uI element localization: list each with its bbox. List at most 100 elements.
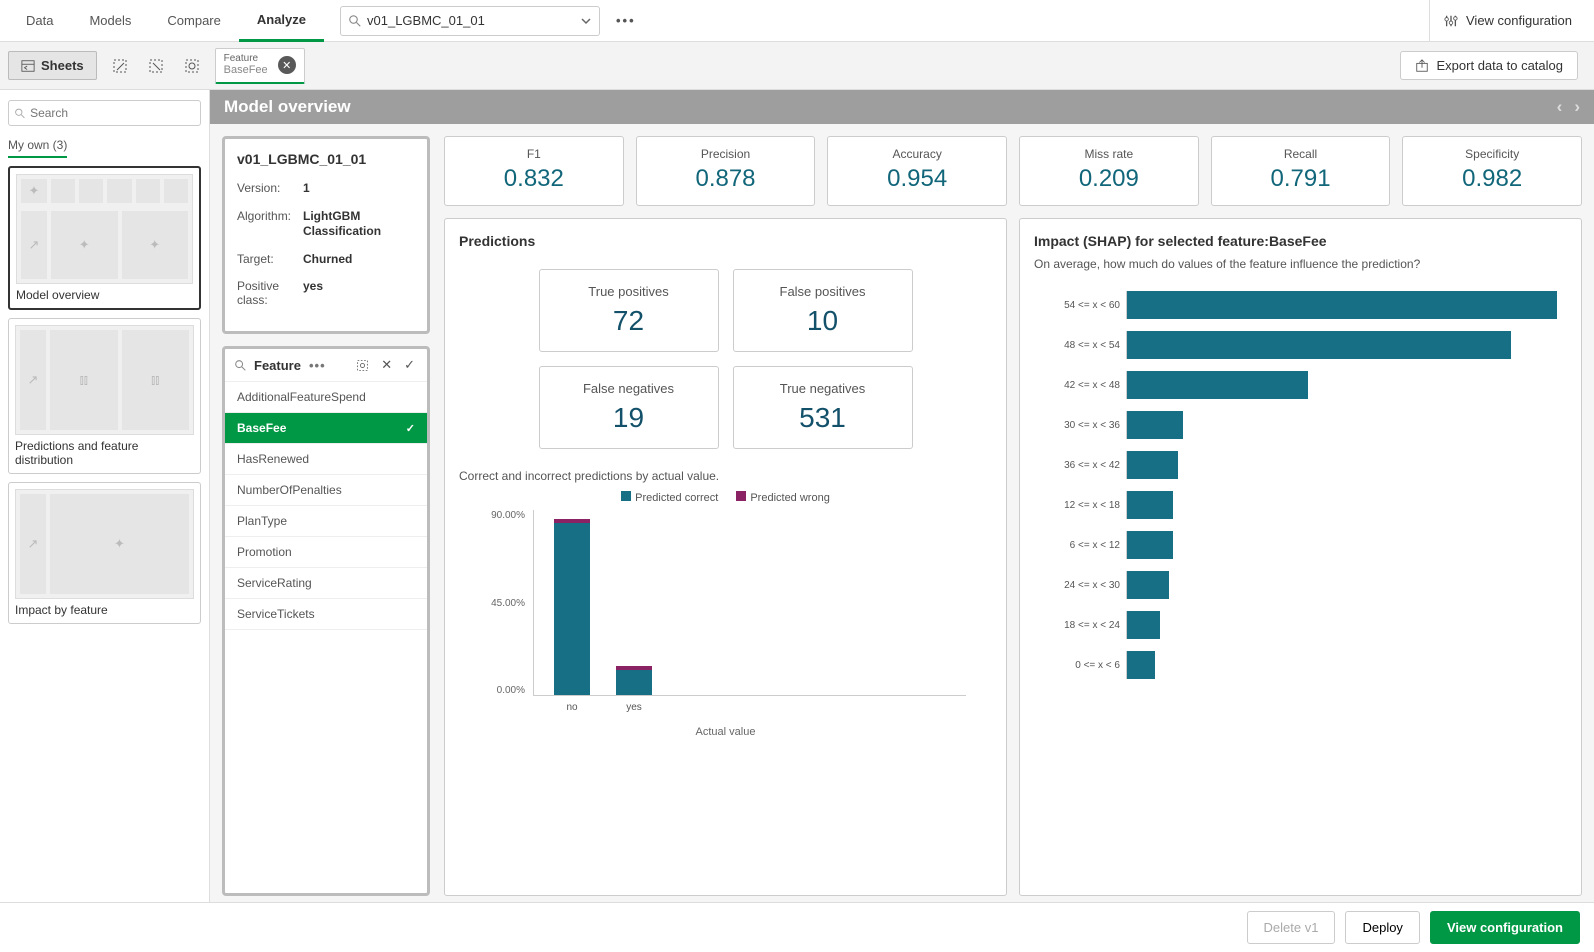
feature-list: AdditionalFeatureSpendBaseFeeHasRenewedN… — [225, 382, 427, 630]
chevron-down-icon — [581, 16, 591, 26]
feature-item[interactable]: HasRenewed — [225, 444, 427, 475]
metric-label: Accuracy — [828, 147, 1006, 161]
sheet-search-input[interactable] — [30, 106, 194, 120]
metric-label: Recall — [1212, 147, 1390, 161]
feature-item[interactable]: AdditionalFeatureSpend — [225, 382, 427, 413]
metric-card: Specificity0.982 — [1402, 136, 1582, 206]
sheets-button[interactable]: Sheets — [8, 51, 97, 80]
shap-bucket-label: 42 <= x < 48 — [1034, 380, 1126, 391]
x-axis-label: Actual value — [459, 726, 992, 738]
metric-label: Miss rate — [1020, 147, 1198, 161]
prev-sheet[interactable]: ‹ — [1557, 97, 1563, 117]
metric-label: Precision — [637, 147, 815, 161]
sheets-icon — [21, 59, 35, 73]
sheet-card-model-overview[interactable]: ✦ ↗ ✦ ✦ Model overview — [8, 166, 201, 310]
confusion-cell: False positives 10 — [733, 269, 913, 352]
shap-bucket-label: 48 <= x < 54 — [1034, 340, 1126, 351]
export-data-button[interactable]: Export data to catalog — [1400, 51, 1578, 80]
sheets-sidebar: My own (3) ✦ ↗ ✦ ✦ Model overview ↗ ⫾⫾ ⫾… — [0, 90, 210, 902]
info-key: Algorithm: — [237, 209, 303, 240]
confusion-value: 10 — [734, 305, 912, 337]
selection-icon[interactable] — [354, 359, 371, 372]
view-config-label: View configuration — [1466, 13, 1572, 28]
feature-chip-label: Feature — [224, 53, 268, 64]
feature-item[interactable]: ServiceRating — [225, 568, 427, 599]
metric-label: F1 — [445, 147, 623, 161]
confirm-icon[interactable]: ✓ — [402, 357, 417, 373]
model-info-panel: v01_LGBMC_01_01 Version:1Algorithm:Light… — [222, 136, 430, 334]
sheet-title: Model overview — [16, 288, 193, 302]
shap-bar — [1127, 491, 1173, 519]
info-key: Positive class: — [237, 279, 303, 307]
confusion-cell: True negatives531 — [733, 366, 913, 449]
shap-bar — [1127, 651, 1155, 679]
feature-filter-chip[interactable]: Feature BaseFee ✕ — [215, 48, 305, 84]
confusion-label: False positives — [734, 284, 912, 299]
feature-item[interactable]: PlanType — [225, 506, 427, 537]
model-selector-value: v01_LGBMC_01_01 — [367, 13, 485, 28]
clear-icon[interactable]: ✕ — [379, 357, 394, 373]
metrics-row: F10.832Precision0.878Accuracy0.954Miss r… — [444, 136, 1582, 206]
selection-tool-3[interactable] — [179, 53, 205, 79]
confusion-value: 72 — [540, 305, 718, 337]
sidebar-section: My own (3) — [8, 134, 67, 158]
view-configuration-button-footer[interactable]: View configuration — [1430, 911, 1580, 944]
export-label: Export data to catalog — [1437, 58, 1563, 73]
metric-card: F1 0.832 — [444, 136, 624, 206]
info-value: 1 — [303, 181, 415, 197]
feature-selection-panel: Feature ••• ✕ ✓ AdditionalFeatureSpendBa… — [222, 346, 430, 896]
confusion-value: 531 — [734, 402, 912, 434]
confusion-label: False negatives — [540, 381, 718, 396]
shap-bar — [1127, 571, 1169, 599]
confusion-cell: True positives 72 — [539, 269, 719, 352]
feature-panel-title: Feature — [254, 358, 301, 373]
tab-compare[interactable]: Compare — [149, 0, 238, 42]
sheet-title: Impact by feature — [15, 603, 194, 617]
export-icon — [1415, 59, 1429, 73]
shap-bar — [1127, 331, 1511, 359]
nav-tabs: Data Models Compare Analyze — [8, 0, 324, 42]
page-title: Model overview — [224, 97, 351, 117]
shap-bucket-label: 18 <= x < 24 — [1034, 620, 1126, 631]
feature-item[interactable]: NumberOfPenalties — [225, 475, 427, 506]
metric-value: 0.832 — [445, 165, 623, 193]
deploy-button[interactable]: Deploy — [1345, 911, 1419, 944]
metric-card: Precision 0.878 — [636, 136, 816, 206]
shap-bucket-label: 30 <= x < 36 — [1034, 420, 1126, 431]
shap-bucket-label: 24 <= x < 30 — [1034, 580, 1126, 591]
shap-bucket-label: 54 <= x < 60 — [1034, 300, 1126, 311]
metric-card: Recall0.791 — [1211, 136, 1391, 206]
chart-legend: Predicted correct Predicted wrong — [459, 491, 992, 504]
tab-models[interactable]: Models — [71, 0, 149, 42]
tab-analyze[interactable]: Analyze — [239, 0, 324, 42]
confusion-label: True positives — [540, 284, 718, 299]
close-icon[interactable]: ✕ — [278, 56, 296, 74]
metric-value: 0.982 — [1403, 165, 1581, 193]
feature-item[interactable]: ServiceTickets — [225, 599, 427, 630]
sliders-icon — [1444, 14, 1458, 28]
feature-item[interactable]: BaseFee — [225, 413, 427, 444]
shap-bar — [1127, 531, 1173, 559]
shap-bucket-label: 36 <= x < 42 — [1034, 460, 1126, 471]
metric-value: 0.209 — [1020, 165, 1198, 193]
sheet-search[interactable] — [8, 100, 201, 126]
info-key: Target: — [237, 252, 303, 268]
metric-card: Miss rate 0.209 — [1019, 136, 1199, 206]
shap-card: Impact (SHAP) for selected feature:BaseF… — [1019, 218, 1582, 896]
metric-value: 0.878 — [637, 165, 815, 193]
feature-item[interactable]: Promotion — [225, 537, 427, 568]
selection-tool-2[interactable] — [143, 53, 169, 79]
sheet-card-predictions[interactable]: ↗ ⫾⫾ ⫾⫾ Predictions and feature distribu… — [8, 318, 201, 474]
tab-data[interactable]: Data — [8, 0, 71, 42]
model-name: v01_LGBMC_01_01 — [237, 151, 415, 167]
shap-bar — [1127, 411, 1183, 439]
model-selector[interactable]: v01_LGBMC_01_01 — [340, 6, 600, 36]
view-configuration-button[interactable]: View configuration — [1429, 0, 1586, 42]
sheet-card-impact[interactable]: ↗ ✦ Impact by feature — [8, 482, 201, 624]
shap-bar — [1127, 451, 1178, 479]
more-actions-button[interactable]: ••• — [610, 7, 642, 34]
next-sheet[interactable]: › — [1574, 97, 1580, 117]
selection-tool-1[interactable] — [107, 53, 133, 79]
delete-button: Delete v1 — [1247, 911, 1336, 944]
shap-bar-chart: 54 <= x < 60 48 <= x < 54 42 <= x < 48 30 <… — [1034, 285, 1567, 881]
